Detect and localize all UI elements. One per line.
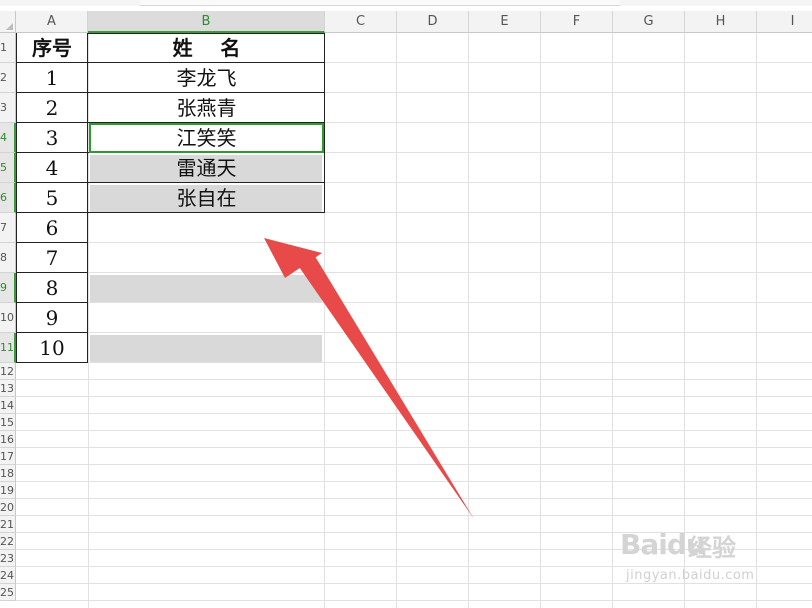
watermark-url: jingyan.baidu.com: [626, 568, 755, 583]
red-arrow-annotation: [264, 238, 474, 519]
watermark-product: 经验: [688, 534, 736, 562]
spreadsheet: A B C D E F G H I 1 2 3 4 5 6 7 8 9 10 1…: [0, 0, 812, 608]
baidu-jingyan-watermark: Baidu 经验 jingyan.baidu.com: [618, 520, 808, 590]
